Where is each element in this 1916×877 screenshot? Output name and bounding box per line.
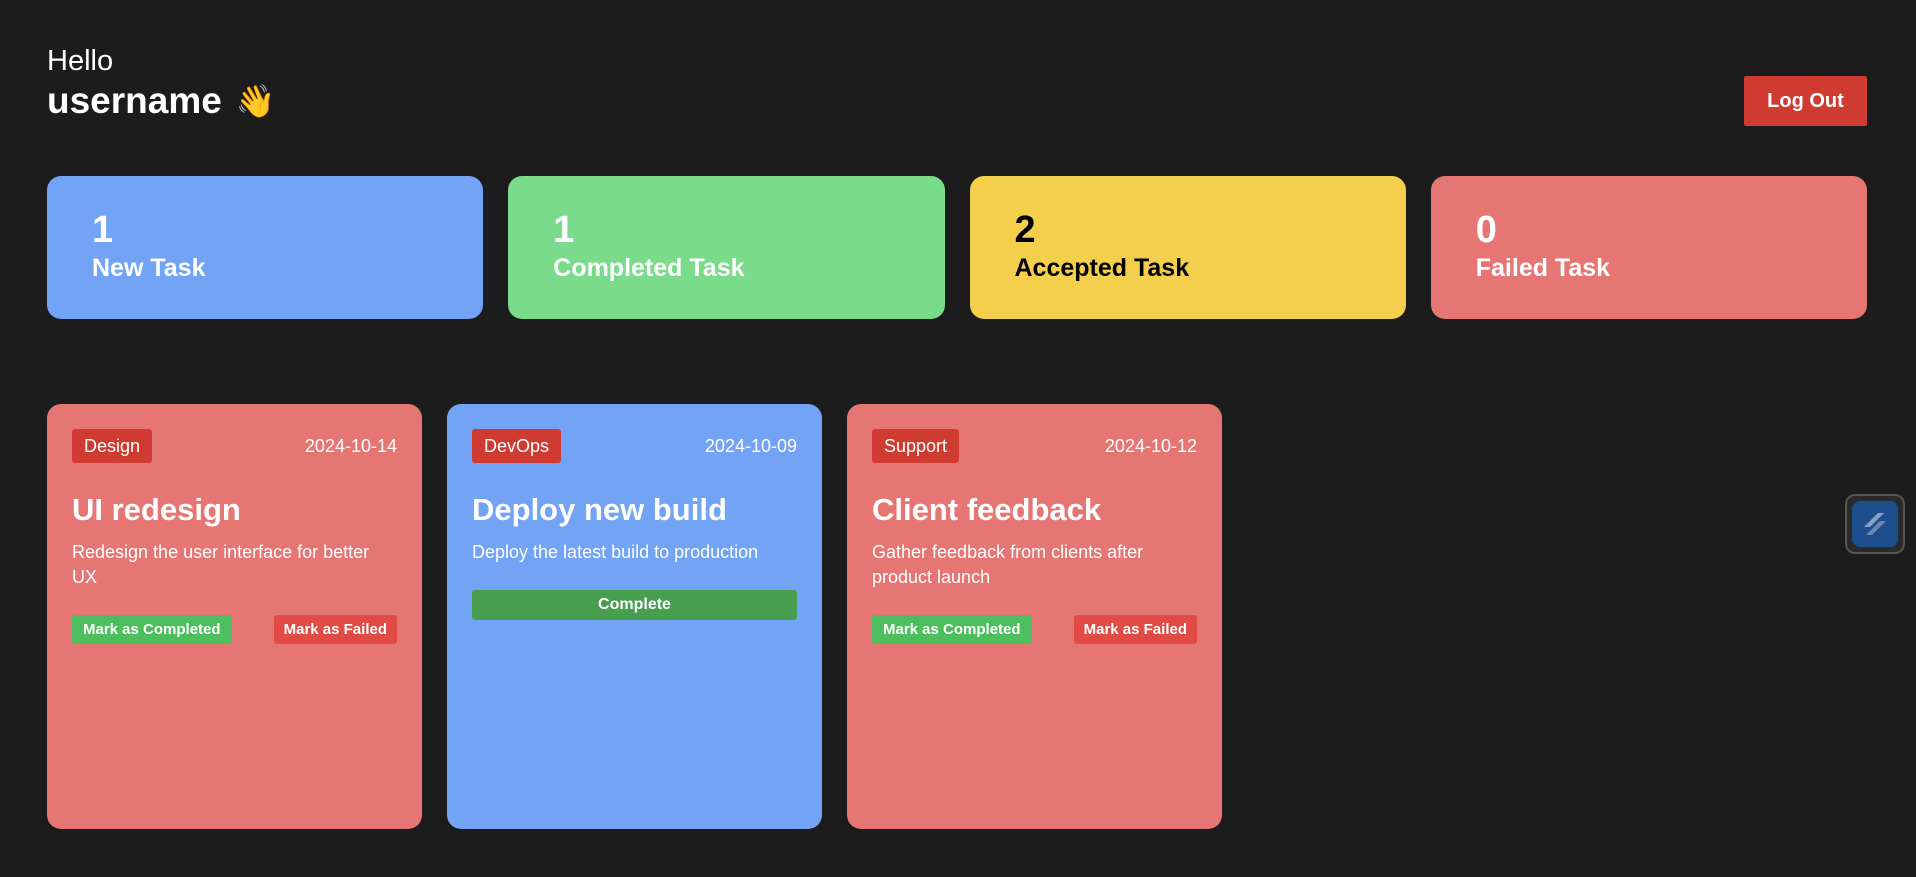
task-stats-row: 1 New Task 1 Completed Task 2 Accepted T…: [47, 176, 1867, 319]
task-description: Deploy the latest build to production: [472, 542, 759, 562]
task-card-header: Support 2024-10-12: [872, 429, 1197, 463]
task-title: UI redesign: [72, 492, 241, 527]
task-card: DevOps 2024-10-09 Deploy new build Deplo…: [447, 404, 822, 829]
task-date: 2024-10-12: [1104, 435, 1197, 456]
stat-card-new: 1 New Task: [47, 176, 484, 319]
username-heading: username 👋: [47, 79, 1867, 123]
stat-card-accepted: 2 Accepted Task: [969, 176, 1406, 319]
extension-s-icon: [1852, 501, 1898, 547]
stat-count: 2: [1014, 209, 1036, 251]
task-description: Redesign the user interface for better U…: [72, 542, 370, 587]
task-category-badge: DevOps: [472, 429, 562, 463]
floating-extension-button[interactable]: [1845, 494, 1905, 554]
stat-label: Completed Task: [553, 254, 745, 282]
task-category-badge: Support: [872, 429, 960, 463]
stat-count: 1: [92, 209, 114, 251]
task-card-header: DevOps 2024-10-09: [472, 429, 797, 463]
task-card: Design 2024-10-14 UI redesign Redesign t…: [47, 404, 422, 829]
greeting-text: Hello: [47, 45, 114, 77]
mark-completed-button[interactable]: Mark as Completed: [872, 615, 1032, 644]
task-title: Client feedback: [872, 492, 1102, 527]
task-list: Design 2024-10-14 UI redesign Redesign t…: [47, 404, 1222, 829]
task-actions: Mark as Completed Mark as Failed: [872, 615, 1197, 644]
stat-label: Failed Task: [1475, 254, 1611, 282]
mark-failed-button[interactable]: Mark as Failed: [273, 615, 397, 644]
stat-count: 1: [553, 209, 575, 251]
stat-label: New Task: [92, 254, 206, 282]
mark-completed-button[interactable]: Mark as Completed: [72, 615, 232, 644]
complete-button[interactable]: Complete: [472, 590, 797, 620]
task-date: 2024-10-14: [304, 435, 397, 456]
task-card: Support 2024-10-12 Client feedback Gathe…: [847, 404, 1222, 829]
stat-label: Accepted Task: [1014, 254, 1190, 282]
stat-count: 0: [1475, 209, 1497, 251]
username-text: username: [47, 80, 222, 121]
stat-card-completed: 1 Completed Task: [508, 176, 945, 319]
task-category-badge: Design: [72, 429, 153, 463]
header: Hello username 👋 Log Out: [47, 44, 1867, 134]
task-actions: Mark as Completed Mark as Failed: [72, 615, 397, 644]
mark-failed-button[interactable]: Mark as Failed: [1073, 615, 1197, 644]
task-date: 2024-10-09: [704, 435, 797, 456]
task-card-header: Design 2024-10-14: [72, 429, 397, 463]
stat-card-failed: 0 Failed Task: [1430, 176, 1867, 319]
task-description: Gather feedback from clients after produ…: [872, 542, 1144, 587]
task-title: Deploy new build: [472, 492, 727, 527]
logout-button[interactable]: Log Out: [1744, 76, 1867, 126]
waving-hand-icon: 👋: [235, 83, 276, 119]
